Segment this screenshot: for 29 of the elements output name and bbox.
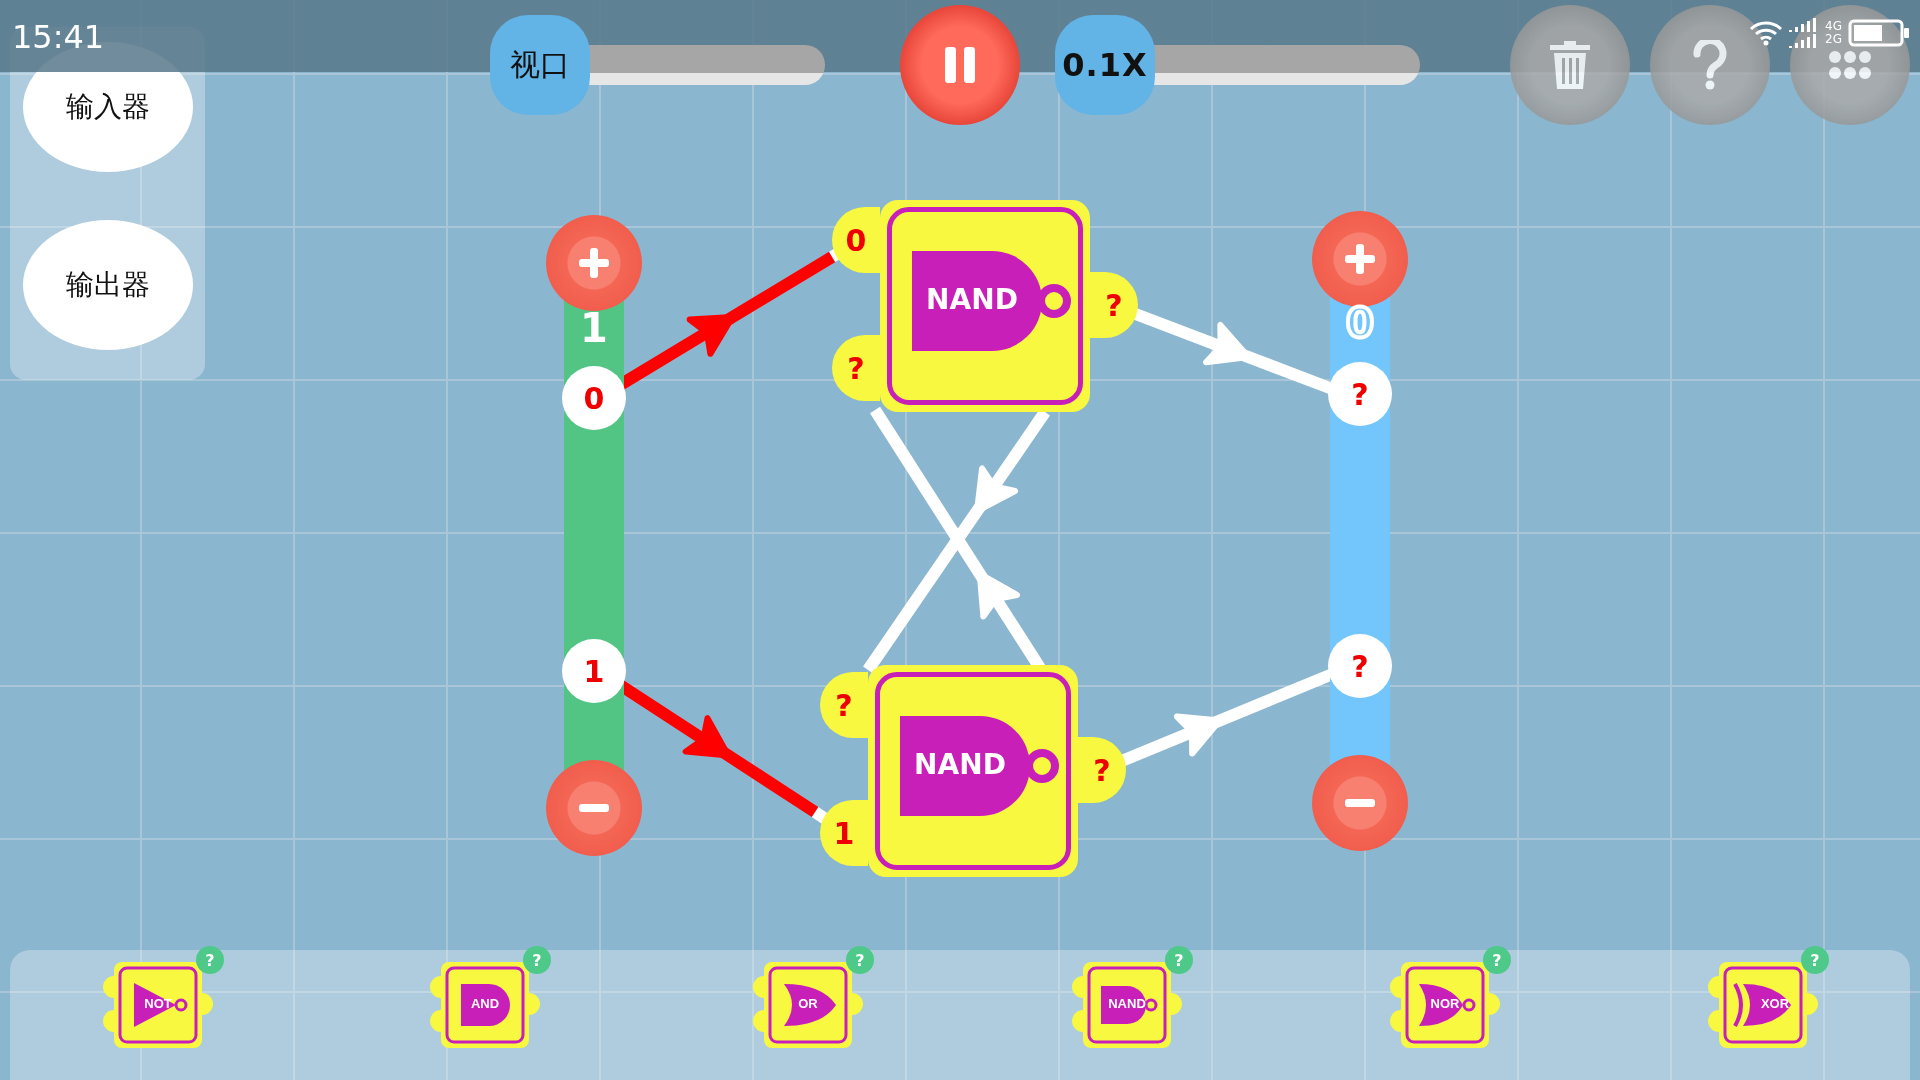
battery-icon [1848,19,1910,47]
wifi-icon [1749,20,1784,46]
gate-label: NAND [913,747,1007,783]
gate-symbol-icon [912,251,1072,351]
question-icon [1693,40,1727,90]
gate-pin[interactable]: ? [832,335,880,401]
dots-grid-icon [1828,50,1872,80]
trash-icon [1550,41,1590,89]
bus-value: 0 [1345,301,1375,345]
gate-pin[interactable]: ? [1090,272,1138,338]
logic-gate[interactable]: NAND [880,200,1090,412]
logic-gate[interactable]: NAND [868,665,1078,877]
minus-icon [579,804,609,812]
network-type: 2G [1825,33,1842,46]
slider-thumb[interactable]: 视口 [490,15,590,115]
slider-thumb[interactable]: 0.1X [1055,15,1155,115]
gate-pin[interactable]: 1 [820,800,868,866]
plus-icon [579,248,609,278]
gate-pin[interactable]: ? [820,672,868,738]
gate-symbol-icon [900,716,1060,816]
gate-pin[interactable]: ? [1078,737,1126,803]
pause-icon [943,47,977,83]
network-type: 4G [1825,20,1842,33]
bus-value: 1 [579,306,609,350]
gate-pin[interactable]: 0 [832,207,880,273]
minus-icon [1345,799,1375,807]
gate-label: NAND [925,282,1019,318]
menu-button[interactable]: 输出器 [22,220,193,350]
plus-icon [1345,244,1375,274]
